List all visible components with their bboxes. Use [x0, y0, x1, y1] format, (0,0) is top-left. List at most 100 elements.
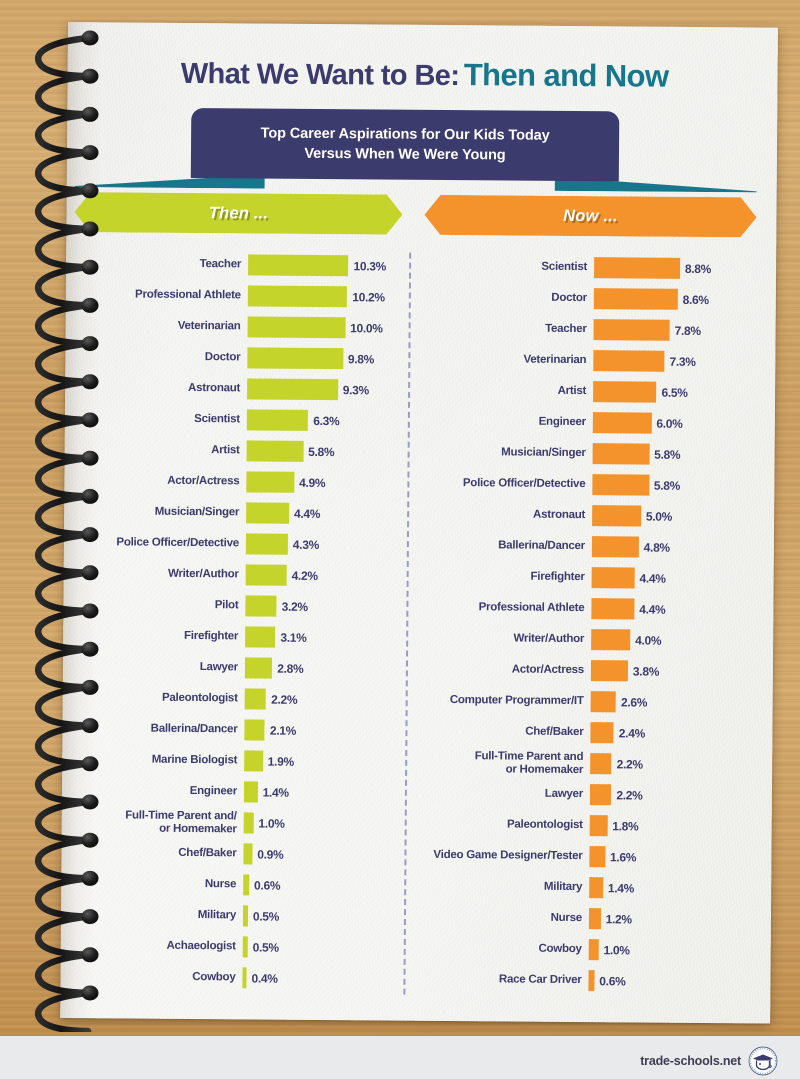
now-category-label: Police Officer/Detective: [462, 477, 586, 491]
spiral-coil: [35, 302, 92, 347]
spiral-coil-knob: [81, 947, 99, 963]
then-bar: [244, 657, 273, 679]
spiral-coil: [35, 531, 92, 576]
chart-row: Firefighter 4.4%: [420, 561, 756, 595]
now-bar: [592, 412, 652, 434]
now-category-label: Firefighter: [530, 570, 585, 584]
now-bar: [591, 629, 631, 651]
chart-row: Nurse 1.2%: [417, 902, 753, 936]
chart-row: Lawyer 2.8%: [73, 651, 399, 685]
spiral-coil: [35, 760, 92, 806]
chart-row: Nurse 0.6%: [71, 868, 397, 902]
footer-branding: trade-schools.net: [640, 1046, 778, 1076]
then-value-label: 3.2%: [281, 599, 308, 614]
then-value-label: 1.0%: [258, 816, 285, 831]
then-value-label: 10.3%: [353, 258, 387, 274]
then-value-label: 10.2%: [352, 289, 385, 304]
spiral-coil-knob: [81, 909, 99, 925]
chart-row: Engineer 1.4%: [72, 775, 398, 809]
now-value-label: 5.0%: [645, 509, 673, 524]
spiral-coil: [35, 951, 92, 997]
then-bar-chart: Teacher 10.3% Professional Athlete 10.2% Vet…: [70, 248, 402, 995]
chart-row: Doctor 9.8%: [75, 341, 401, 375]
now-value-label: 7.8%: [674, 323, 701, 338]
spiral-coil: [35, 875, 92, 920]
chart-row: Marine Biologist 1.9%: [72, 744, 398, 778]
now-bar: [590, 691, 617, 713]
chart-row: Astronaut 5.0%: [420, 499, 756, 533]
chart-row: Computer Programmer/IT 2.6%: [419, 685, 755, 719]
now-bar: [593, 319, 670, 341]
then-bar: [243, 843, 253, 865]
now-category-label: Scientist: [541, 260, 588, 274]
now-value-label: 4.4%: [639, 602, 666, 617]
now-bar: [590, 722, 614, 744]
spiral-coil: [35, 416, 92, 462]
spiral-coil: [35, 836, 92, 882]
now-value-label: 2.4%: [618, 725, 646, 741]
chart-row: Paleontologist 1.8%: [418, 809, 754, 843]
chart-row: Chef/Baker 2.4%: [418, 716, 754, 750]
page-title-part2: Then and Now: [463, 57, 669, 94]
spiral-coil: [35, 263, 92, 309]
now-section-header: Now ...: [424, 194, 757, 238]
chart-row: Police Officer/Detective 5.8%: [420, 468, 756, 502]
now-value-label: 5.8%: [654, 447, 681, 462]
now-category-label: Writer/Author: [513, 632, 585, 646]
now-value-label: 1.4%: [607, 880, 635, 895]
spiral-coil-knob: [81, 221, 99, 237]
now-category-label: Lawyer: [544, 788, 583, 801]
now-category-label: Veterinarian: [523, 353, 587, 367]
then-bar: [246, 502, 290, 524]
page-title-part1: What We Want to Be:: [180, 57, 460, 93]
spiral-coil-knob: [81, 756, 99, 772]
subtitle-line-2: Versus When We Were Young: [304, 145, 506, 164]
then-value-label: 0.4%: [251, 970, 278, 986]
chart-row: Artist 5.8%: [75, 434, 401, 468]
now-bar: [589, 877, 603, 899]
footer-site-name: trade-schools.net: [640, 1054, 741, 1068]
now-category-label: Professional Athlete: [478, 601, 585, 615]
then-value-label: 0.9%: [257, 847, 284, 862]
now-bar: [588, 939, 599, 961]
then-bar: [245, 533, 288, 555]
then-bar: [248, 254, 349, 277]
spiral-coil-knob: [81, 336, 99, 352]
chart-row: Doctor 8.6%: [422, 282, 758, 316]
chart-row: Engineer 6.0%: [421, 406, 757, 440]
spiral-coil: [35, 989, 92, 1032]
spiral-coil: [35, 378, 92, 424]
chart-row: Professional Athlete 10.2%: [76, 279, 402, 313]
then-value-label: 6.3%: [313, 413, 340, 428]
then-value-label: 9.3%: [342, 382, 370, 397]
chart-row: Professional Athlete 4.4%: [419, 592, 755, 626]
page-title: What We Want to Be: Then and Now: [81, 54, 767, 95]
now-bar: [592, 443, 650, 465]
spiral-coil-knob: [81, 794, 99, 810]
now-bar: [590, 660, 629, 682]
spiral-coil: [35, 340, 92, 385]
spiral-coil: [35, 72, 92, 118]
notebook-paper-sheet: What We Want to Be: Then and Now Top Car…: [60, 22, 778, 1024]
then-bar: [246, 471, 295, 493]
now-bar: [589, 815, 608, 837]
spiral-coil-knob: [81, 259, 99, 275]
now-bar: [589, 784, 612, 806]
then-bar: [245, 595, 277, 617]
then-bar: [247, 316, 346, 339]
chart-row: Teacher 7.8%: [421, 313, 757, 347]
now-category-label: Chef/Baker: [525, 725, 584, 739]
spiral-coil: [35, 111, 92, 156]
spiral-coil-knob: [81, 527, 99, 543]
spiral-coil-knob: [81, 832, 99, 848]
chart-row: Cowboy 1.0%: [417, 933, 753, 967]
then-value-label: 2.8%: [277, 661, 304, 676]
now-value-label: 4.0%: [635, 632, 662, 648]
now-value-label: 0.6%: [599, 973, 626, 988]
now-category-label: Race Car Driver: [498, 973, 582, 987]
graduation-cap-icon: [748, 1046, 778, 1076]
now-header-label: Now ...: [563, 206, 618, 225]
now-category-label: Engineer: [538, 415, 586, 429]
now-value-label: 2.2%: [616, 756, 643, 772]
now-bar: [593, 381, 657, 403]
